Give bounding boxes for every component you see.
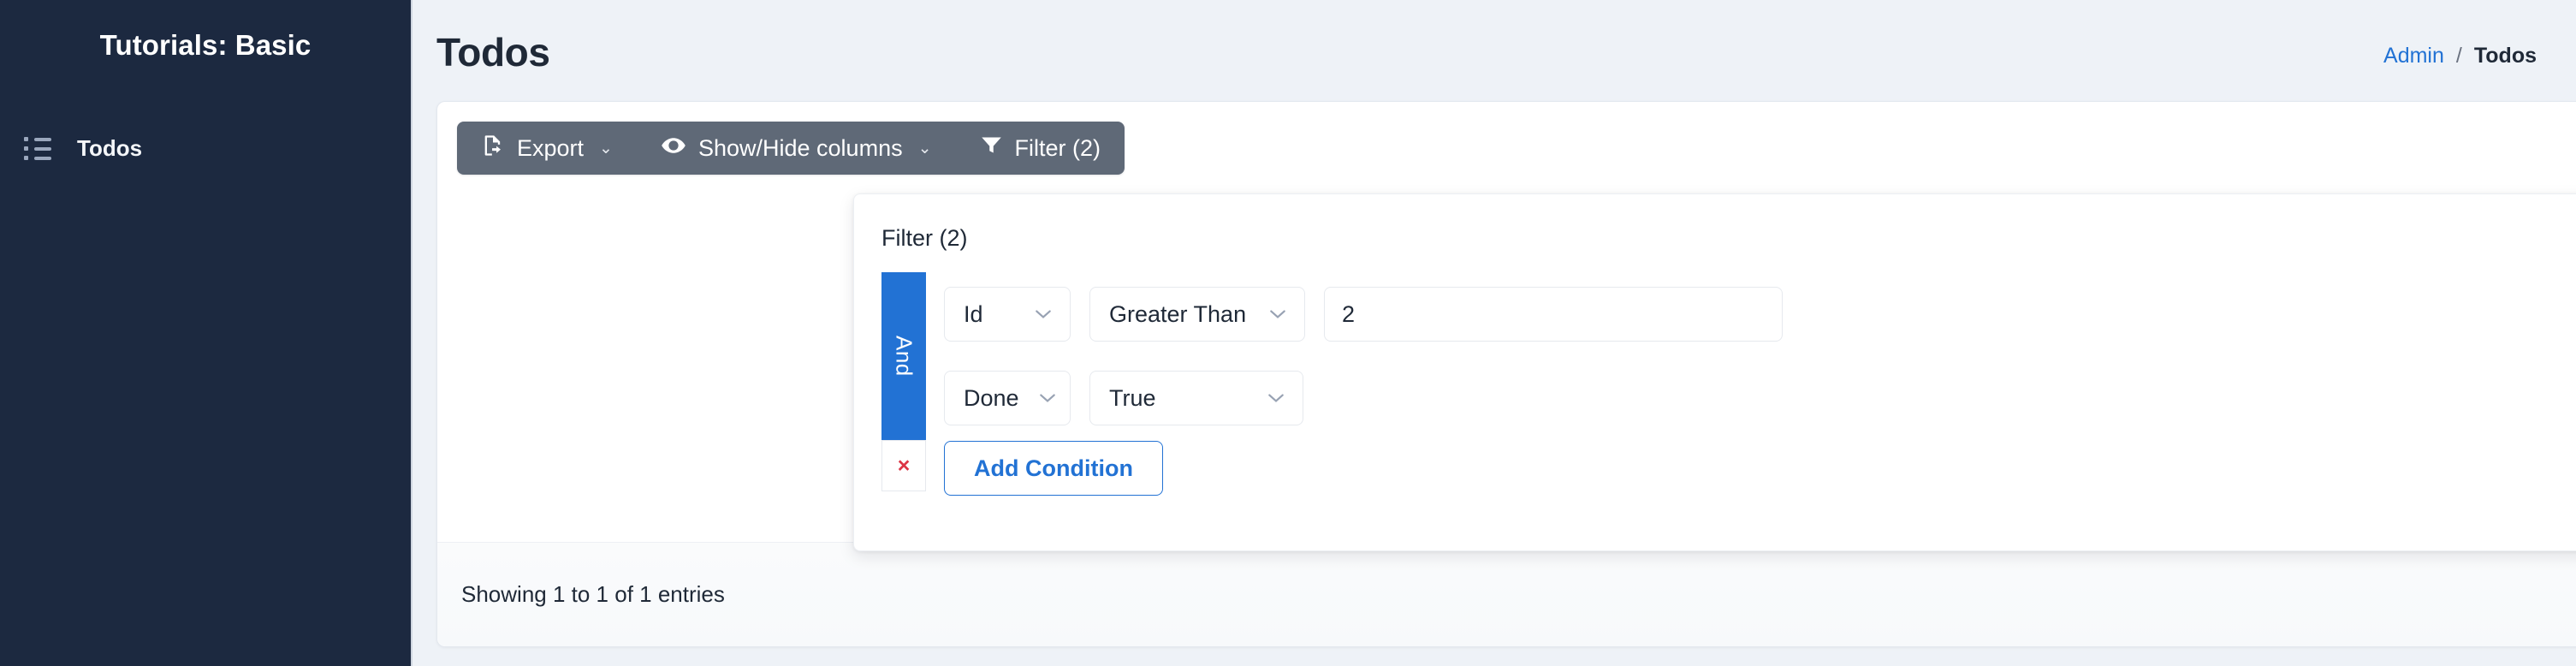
showing-entries-text: Showing 1 to 1 of 1 entries <box>461 581 725 607</box>
eye-icon <box>661 133 686 164</box>
remove-group-button[interactable]: × <box>881 440 926 491</box>
chevron-down-icon <box>1270 310 1285 318</box>
card-footer: Showing 1 to 1 of 1 entries First Previo… <box>437 542 2576 646</box>
filter-panel: Filter (2) Reset X And × Id <box>853 193 2576 551</box>
condition-value-input-1[interactable] <box>1324 287 1783 342</box>
chevron-down-icon <box>1268 394 1284 402</box>
filter-button[interactable]: Filter (2) <box>956 122 1125 175</box>
breadcrumb-current: Todos <box>2473 44 2537 68</box>
breadcrumb-admin[interactable]: Admin <box>2383 44 2444 68</box>
condition-row: Id Greater Than <box>944 272 2576 356</box>
and-operator-bar[interactable]: And <box>881 272 926 440</box>
filter-conditions: And × Id Greater Than 2 Done True Add Co… <box>854 252 2576 496</box>
sidebar-item-label: Todos <box>77 135 143 161</box>
page-header: Todos Admin / Todos <box>413 0 2576 75</box>
condition-operator-value-1: Greater Than <box>1109 300 1247 327</box>
sidebar: Tutorials: Basic Todos <box>0 0 413 666</box>
filter-label: Filter (2) <box>1014 134 1101 161</box>
condition-field-value-1: Id <box>964 300 983 327</box>
list-icon <box>24 136 53 162</box>
condition-row: Done True <box>944 356 2576 440</box>
breadcrumb: Admin / Todos <box>2383 44 2537 75</box>
condition-field-select-2[interactable]: Done <box>944 371 1071 425</box>
chevron-down-icon <box>1039 394 1055 402</box>
page-title: Todos <box>436 30 550 74</box>
sidebar-item-todos[interactable]: Todos <box>0 125 411 172</box>
main-content: Todos Admin / Todos Export ⌄ Show/Hide c… <box>413 0 2576 666</box>
show-hide-columns-button[interactable]: Show/Hide columns ⌄ <box>637 122 956 175</box>
chevron-down-icon: ⌄ <box>917 139 932 158</box>
condition-field-value-2: Done <box>964 384 1019 411</box>
condition-group-operator-column: And × <box>881 272 926 491</box>
breadcrumb-separator: / <box>2455 44 2462 68</box>
condition-rows: Id Greater Than 2 Done True Add Conditio… <box>944 272 2576 496</box>
app-root: Tutorials: Basic Todos Todos Admin / Tod… <box>0 0 2576 666</box>
condition-field-select-1[interactable]: Id <box>944 287 1071 342</box>
export-label: Export <box>517 134 585 161</box>
filter-panel-title: Filter (2) <box>881 225 968 251</box>
sidebar-nav: Todos <box>0 125 411 172</box>
condition-operator-select-1[interactable]: Greater Than <box>1089 287 1305 342</box>
add-condition-button[interactable]: Add Condition <box>944 441 1163 496</box>
add-condition-row: Add Condition <box>944 440 2576 496</box>
chevron-down-icon <box>1036 310 1051 318</box>
funnel-icon <box>980 134 1003 163</box>
export-button[interactable]: Export ⌄ <box>457 122 637 175</box>
condition-operator-value-2: True <box>1109 384 1156 411</box>
file-export-icon <box>481 133 505 164</box>
sidebar-brand: Tutorials: Basic <box>99 29 312 61</box>
and-operator-label: And <box>891 336 917 377</box>
chevron-down-icon: ⌄ <box>599 139 613 158</box>
card-toolbar: Export ⌄ Show/Hide columns ⌄ Filter (2) <box>437 102 2576 196</box>
condition-operator-select-2[interactable]: True <box>1089 371 1303 425</box>
toolbar-button-group: Export ⌄ Show/Hide columns ⌄ Filter (2) <box>457 122 1125 175</box>
show-hide-columns-label: Show/Hide columns <box>697 134 903 161</box>
